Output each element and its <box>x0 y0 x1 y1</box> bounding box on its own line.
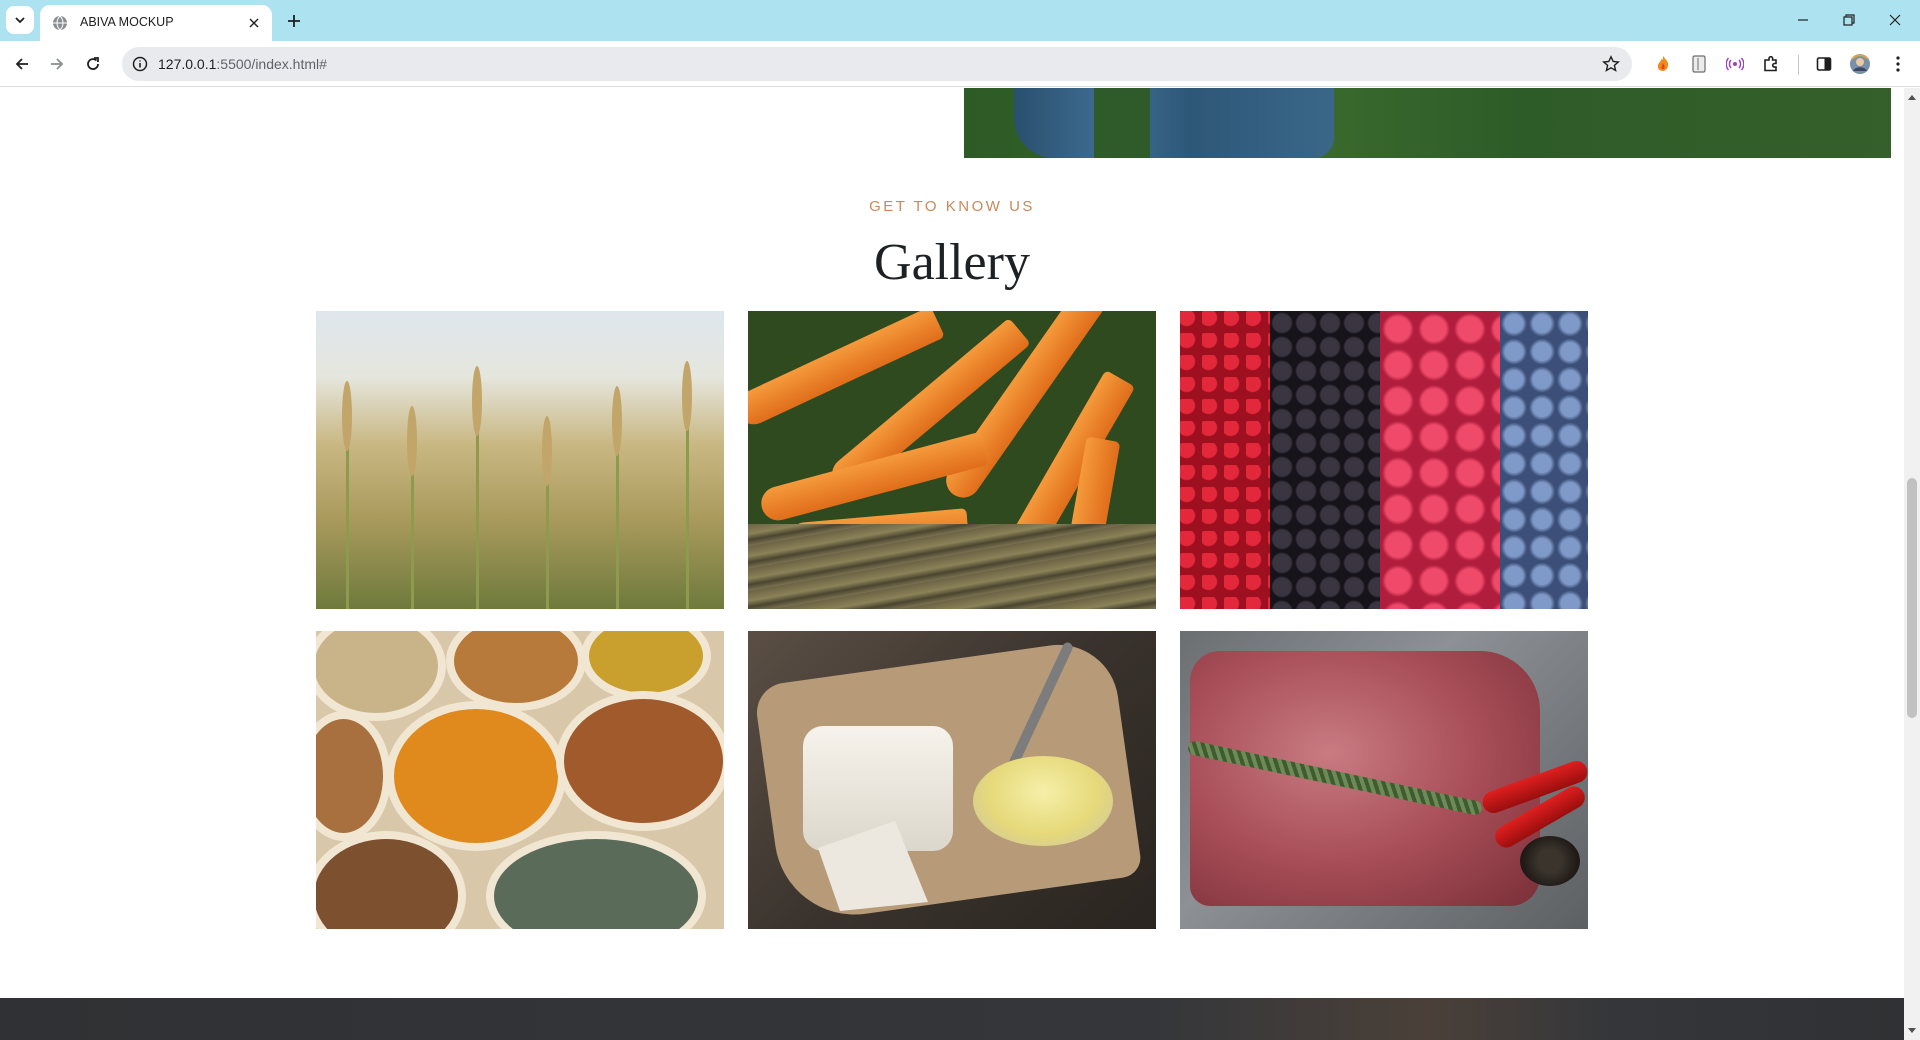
hero-image-figure <box>1014 88 1334 158</box>
page-viewport: GET TO KNOW US Gallery <box>0 88 1904 1040</box>
gallery-image-meat[interactable] <box>1180 631 1588 929</box>
wheat-stalk <box>476 421 479 609</box>
section-heading: Gallery <box>874 234 1030 291</box>
url-host: 127.0.0.1 <box>158 56 217 72</box>
honey-bowl <box>973 756 1113 846</box>
raspberry-band <box>1380 311 1500 609</box>
gallery-image-berries[interactable] <box>1180 311 1588 609</box>
kebab-menu-icon <box>1896 56 1900 72</box>
triangle-up-icon <box>1908 95 1916 100</box>
wheat-stalk <box>686 411 689 609</box>
extension-doc-button[interactable] <box>1685 50 1713 78</box>
globe-icon <box>53 15 67 31</box>
side-panel-icon <box>1816 57 1832 71</box>
blueberry-band <box>1500 311 1588 609</box>
browser-tab-bar: ABIVA MOCKUP <box>0 0 1920 41</box>
wheat-ear <box>407 406 417 476</box>
scroll-down-button[interactable] <box>1904 1024 1920 1038</box>
close-icon <box>1889 14 1901 26</box>
wheat-ear <box>542 416 552 486</box>
url-text: 127.0.0.1:5500/index.html# <box>158 56 327 72</box>
gallery-image-wheat[interactable] <box>316 311 724 609</box>
puzzle-icon <box>1764 55 1777 72</box>
hero-image-grass <box>1094 88 1150 158</box>
wheat-stalk <box>346 431 349 609</box>
gallery-section: GET TO KNOW US Gallery <box>0 198 1904 292</box>
active-tab[interactable]: ABIVA MOCKUP <box>40 5 272 41</box>
plus-icon <box>288 15 300 27</box>
new-tab-button[interactable] <box>280 7 308 35</box>
gallery-image-spices[interactable] <box>316 631 724 929</box>
redcurrant-band <box>1180 311 1270 609</box>
browser-toolbar: 127.0.0.1:5500/index.html# <box>0 41 1920 87</box>
browser-menu-button[interactable] <box>1884 50 1912 78</box>
scroll-thumb[interactable] <box>1907 478 1917 718</box>
tab-title: ABIVA MOCKUP <box>80 15 174 29</box>
extension-broadcast-button[interactable] <box>1721 50 1749 78</box>
spice-sack <box>316 631 446 721</box>
minimize-icon <box>1798 19 1808 21</box>
info-icon <box>132 56 148 72</box>
gallery-image-cheese[interactable] <box>748 631 1156 929</box>
bookmark-button[interactable] <box>1600 53 1622 75</box>
flame-icon <box>1657 56 1669 71</box>
hero-image <box>964 88 1891 158</box>
minimize-button[interactable] <box>1780 0 1826 40</box>
spice-sack <box>316 711 391 841</box>
site-info-button[interactable] <box>130 54 150 74</box>
address-bar[interactable]: 127.0.0.1:5500/index.html# <box>122 47 1632 81</box>
document-icon <box>1692 55 1706 73</box>
restore-button[interactable] <box>1826 0 1872 40</box>
broadcast-icon <box>1726 57 1744 71</box>
close-icon <box>249 18 259 28</box>
triangle-down-icon <box>1908 1028 1916 1033</box>
spice-sack <box>446 631 586 711</box>
side-panel-button[interactable] <box>1810 50 1838 78</box>
spice-sack <box>486 831 706 929</box>
spice-sack <box>386 701 566 851</box>
close-window-button[interactable] <box>1872 0 1918 40</box>
arrow-left-icon <box>15 58 28 70</box>
page-scrollbar[interactable] <box>1904 88 1920 1040</box>
profile-button[interactable] <box>1846 50 1874 78</box>
gallery-image-carrots[interactable] <box>748 311 1156 609</box>
star-icon <box>1602 55 1620 72</box>
peppercorns <box>1520 836 1580 886</box>
wheat-ear <box>682 361 692 431</box>
wheat-stalk <box>616 436 619 609</box>
wicker-basket <box>748 524 1156 609</box>
arrow-right-icon <box>51 58 64 70</box>
reload-button[interactable] <box>77 48 109 80</box>
wheat-ear <box>342 381 352 451</box>
section-eyebrow: GET TO KNOW US <box>869 198 1035 215</box>
extension-fire-button[interactable] <box>1649 50 1677 78</box>
toolbar-separator <box>1798 55 1799 75</box>
extensions-button[interactable] <box>1757 50 1785 78</box>
tab-list-button[interactable] <box>6 6 34 34</box>
wheat-ear <box>472 366 482 436</box>
forward-button[interactable] <box>41 48 73 80</box>
restore-icon <box>1843 14 1855 26</box>
chevron-down-icon <box>15 17 25 24</box>
url-path: :5500/index.html# <box>216 56 327 72</box>
spice-sack <box>556 691 724 831</box>
avatar-icon <box>1850 54 1870 74</box>
blackberry-band <box>1270 311 1380 609</box>
reload-icon <box>87 57 99 70</box>
wheat-ear <box>612 386 622 456</box>
footer-section <box>0 998 1904 1040</box>
back-button[interactable] <box>6 48 38 80</box>
scroll-up-button[interactable] <box>1904 90 1920 104</box>
close-tab-button[interactable] <box>244 13 264 33</box>
